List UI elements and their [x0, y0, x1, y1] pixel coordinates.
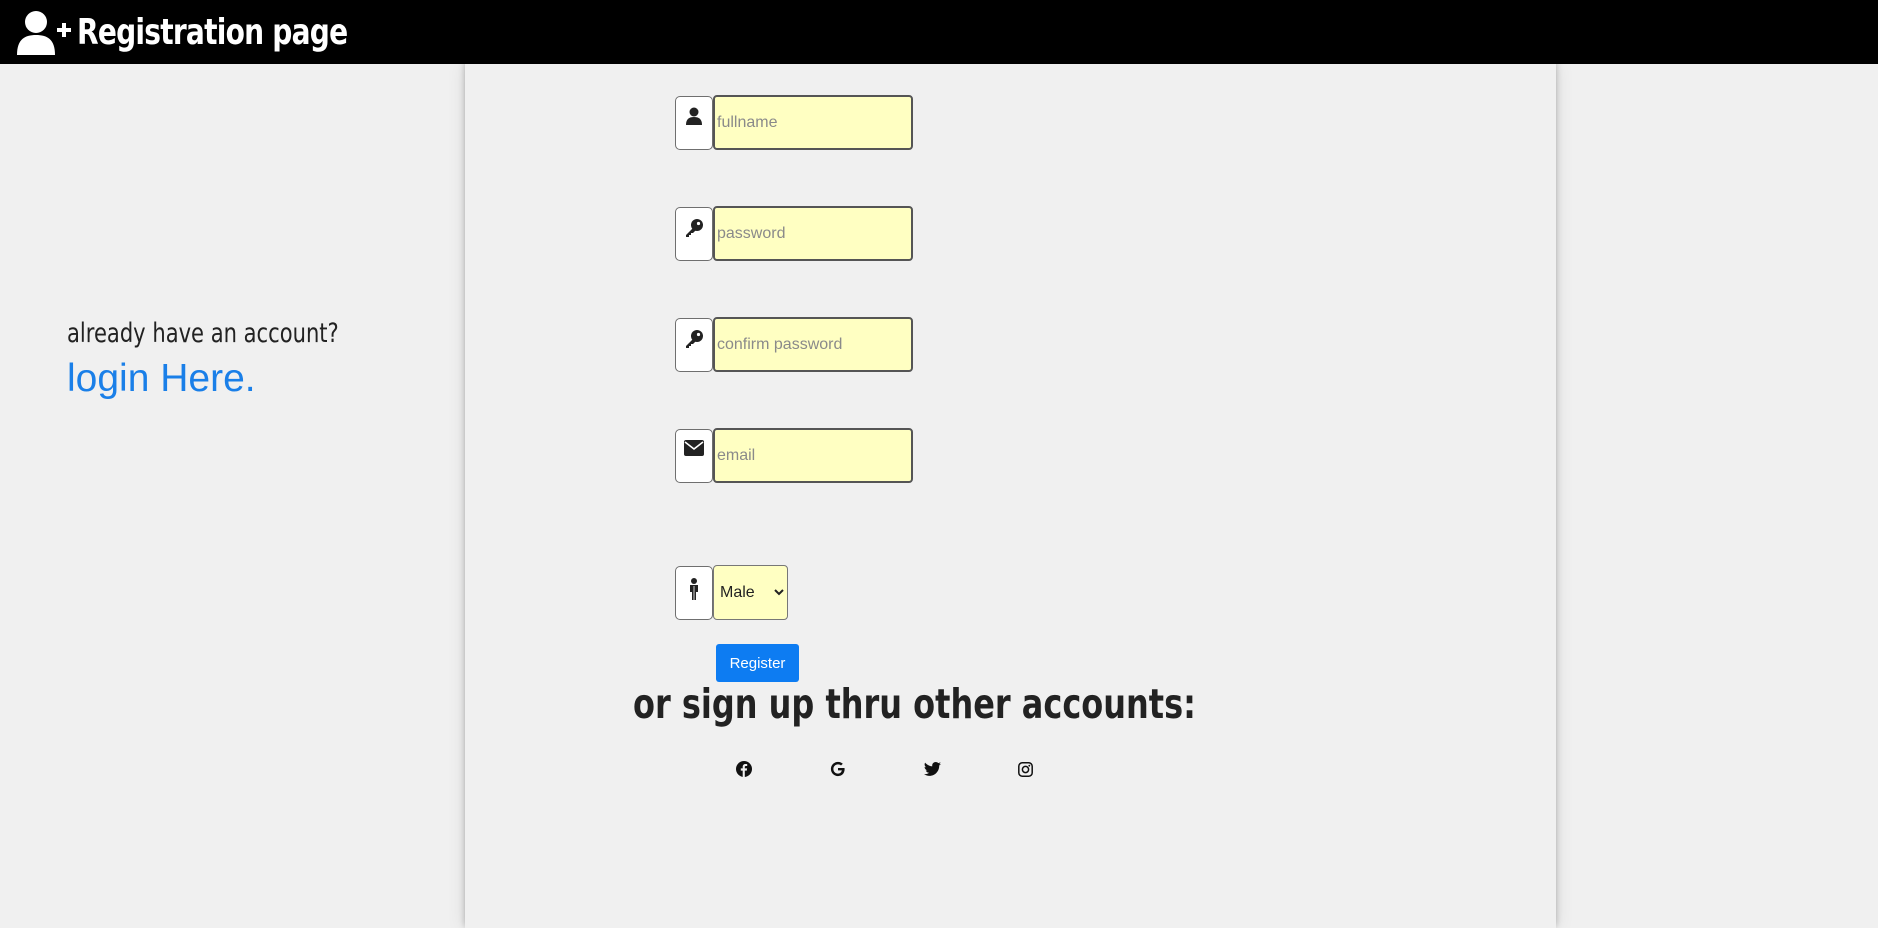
user-plus-icon	[17, 9, 71, 55]
password-input[interactable]	[713, 206, 913, 261]
person-icon	[675, 565, 713, 620]
fullname-input[interactable]	[713, 95, 913, 150]
confirm-password-field-group	[675, 317, 913, 372]
facebook-icon[interactable]	[735, 760, 753, 778]
email-field-group	[675, 428, 913, 483]
gender-select[interactable]: Male	[713, 565, 788, 620]
gender-field-group: Male	[675, 565, 788, 620]
key-icon	[675, 206, 713, 261]
login-prompt-text: already have an account?	[67, 318, 339, 349]
email-input[interactable]	[713, 428, 913, 483]
password-field-group	[675, 206, 913, 261]
envelope-icon	[675, 428, 713, 483]
instagram-icon[interactable]	[1016, 760, 1034, 778]
fullname-field-group	[675, 95, 913, 150]
page-title: Registration page	[77, 11, 348, 53]
login-link[interactable]: login Here.	[67, 357, 415, 401]
confirm-password-input[interactable]	[713, 317, 913, 372]
user-icon	[675, 95, 713, 150]
registration-panel	[465, 64, 1556, 928]
login-prompt-section: already have an account? login Here.	[67, 318, 415, 401]
twitter-icon[interactable]	[923, 760, 941, 778]
register-button[interactable]: Register	[716, 644, 799, 682]
social-signup-heading: or sign up thru other accounts:	[633, 680, 1196, 728]
top-header-bar: Registration page	[0, 0, 1878, 64]
key-icon	[675, 317, 713, 372]
google-icon[interactable]	[829, 760, 847, 778]
